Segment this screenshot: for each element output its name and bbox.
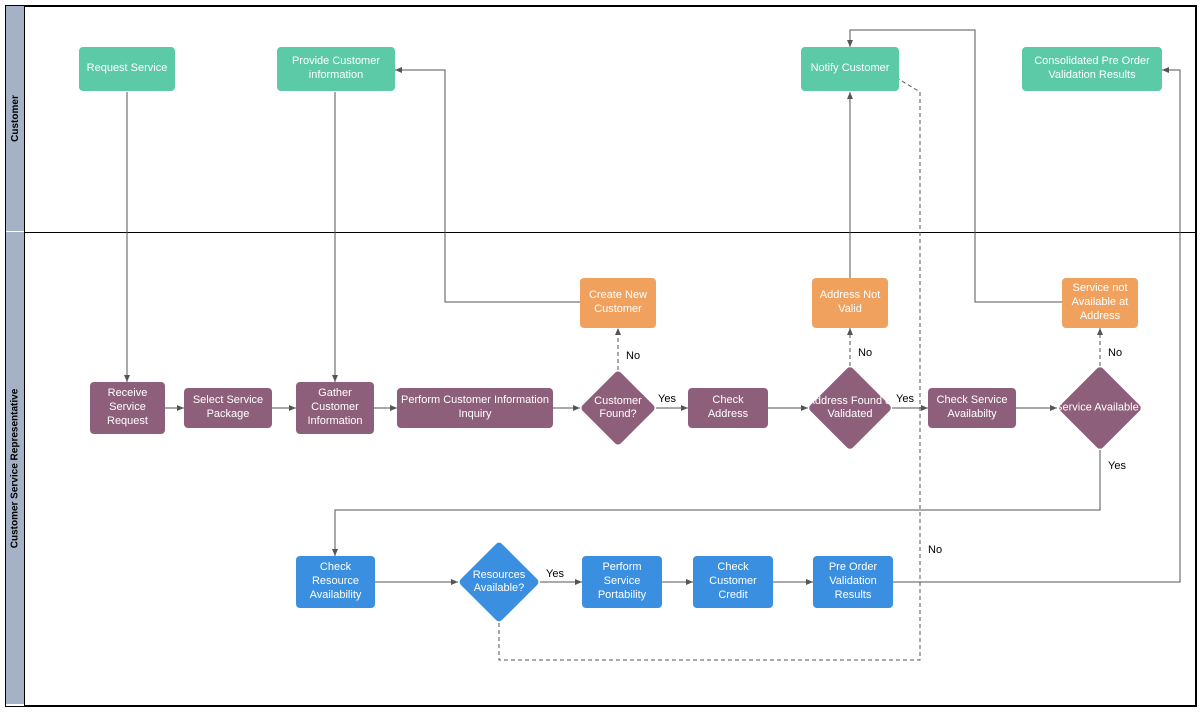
- node-label: Request Service: [87, 62, 168, 76]
- node-gather-customer-info: Gather Customer Information: [296, 382, 374, 434]
- node-label: Consolidated Pre Order Validation Result…: [1026, 55, 1158, 83]
- node-label: Service not Available at Address: [1066, 282, 1134, 323]
- node-notify-customer: Notify Customer: [801, 47, 899, 91]
- edge-label-yes: Yes: [896, 393, 914, 405]
- node-receive-service-request: Receive Service Request: [90, 382, 165, 434]
- edge-label-no: No: [626, 350, 640, 362]
- node-address-not-valid: Address Not Valid: [812, 278, 888, 328]
- node-perform-service-portability: Perform Service Portability: [582, 556, 662, 608]
- node-label: Service Available?: [1055, 401, 1145, 414]
- edge-label-yes: Yes: [546, 568, 564, 580]
- node-label: Customer Found?: [583, 395, 653, 421]
- node-label: Provide Customer information: [281, 55, 391, 83]
- lane-label-csr: Customer Service Representative: [10, 388, 21, 548]
- node-label: Gather Customer Information: [300, 387, 370, 428]
- node-service-not-available: Service not Available at Address: [1062, 278, 1138, 328]
- node-label: Check Customer Credit: [697, 561, 769, 602]
- lane-customer-body: [24, 6, 1196, 233]
- node-select-service-package: Select Service Package: [184, 388, 272, 428]
- node-pre-order-validation: Pre Order Validation Results: [813, 556, 893, 608]
- lane-header-csr: Customer Service Representative: [6, 232, 24, 704]
- edge-label-yes: Yes: [658, 393, 676, 405]
- lane-label-customer: Customer: [10, 95, 21, 142]
- node-perform-customer-inquiry: Perform Customer Information Inquiry: [397, 388, 553, 428]
- node-label: Check Service Availabilty: [932, 394, 1012, 422]
- node-label: Check Resource Availability: [300, 561, 371, 602]
- edge-label-yes: Yes: [1108, 460, 1126, 472]
- node-label: Address Not Valid: [816, 289, 884, 317]
- node-provide-customer-info: Provide Customer information: [277, 47, 395, 91]
- node-label: Notify Customer: [811, 62, 890, 76]
- node-request-service: Request Service: [79, 47, 175, 91]
- lane-header-customer: Customer: [6, 6, 24, 231]
- node-consolidated-results: Consolidated Pre Order Validation Result…: [1022, 47, 1162, 91]
- node-check-customer-credit: Check Customer Credit: [693, 556, 773, 608]
- node-check-service-availability: Check Service Availabilty: [928, 388, 1016, 428]
- node-label: Resources Available?: [454, 569, 544, 595]
- node-check-address: Check Address: [688, 388, 768, 428]
- node-label: Receive Service Request: [94, 387, 161, 428]
- node-create-new-customer: Create New Customer: [580, 278, 656, 328]
- node-check-resource-availability: Check Resource Availability: [296, 556, 375, 608]
- node-label: Pre Order Validation Results: [817, 561, 889, 602]
- node-label: Select Service Package: [188, 394, 268, 422]
- node-label: Perform Customer Information Inquiry: [401, 394, 549, 422]
- node-label: Check Address: [692, 394, 764, 422]
- node-label: Create New Customer: [584, 289, 652, 317]
- node-label: Address Found & Validated: [805, 395, 895, 421]
- node-label: Perform Service Portability: [586, 561, 658, 602]
- edge-label-no: No: [928, 544, 942, 556]
- edge-label-no: No: [1108, 347, 1122, 359]
- swimlane-diagram: Customer Customer Service Representative: [0, 0, 1200, 714]
- edge-label-no: No: [858, 347, 872, 359]
